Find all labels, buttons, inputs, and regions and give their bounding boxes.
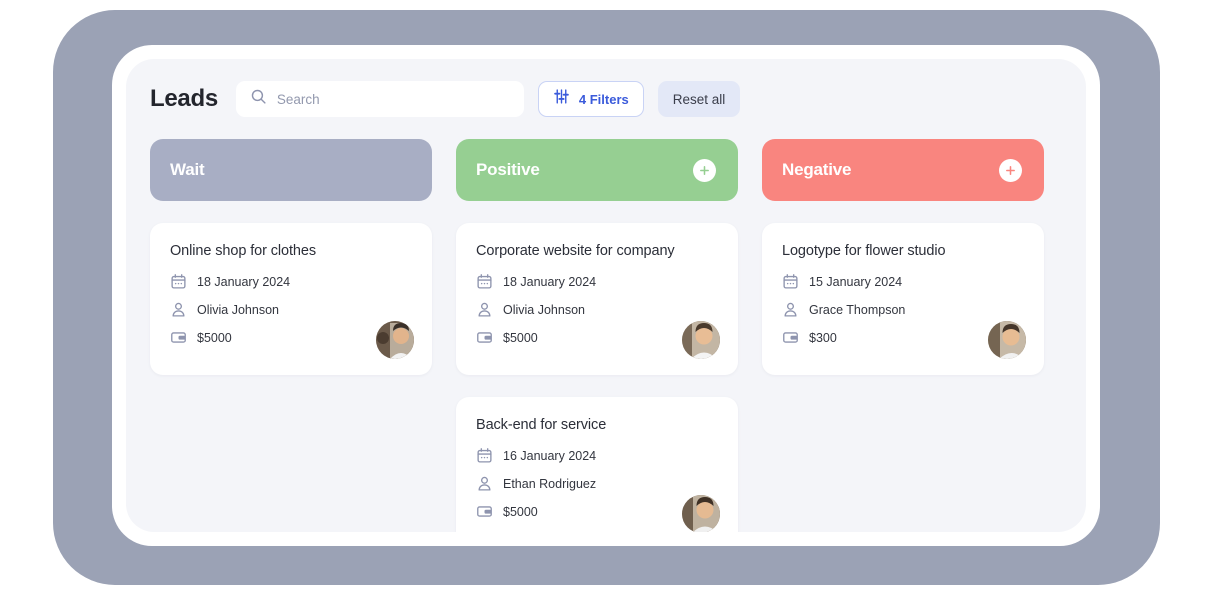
lead-card-person: Olivia Johnson (503, 302, 585, 317)
calendar-icon (476, 447, 493, 464)
sliders-icon (553, 88, 570, 110)
avatar (682, 321, 720, 359)
lead-card-amount: $5000 (197, 330, 232, 345)
wallet-icon (476, 329, 493, 346)
lead-card[interactable]: Logotype for flower studio 15 January 20… (762, 223, 1044, 375)
calendar-icon (170, 273, 187, 290)
filters-button[interactable]: 4 Filters (537, 81, 644, 117)
user-icon (476, 301, 493, 318)
column-header-wait: Wait (150, 139, 432, 201)
reset-all-button[interactable]: Reset all (657, 81, 741, 117)
lead-card-date: 15 January 2024 (809, 274, 903, 289)
lead-card-amount: $300 (809, 330, 837, 345)
lead-card-person-row: Olivia Johnson (170, 301, 412, 318)
search-input[interactable] (276, 91, 510, 107)
lead-card-date: 16 January 2024 (503, 448, 597, 463)
card-list-wait: Online shop for clothes 18 January 2024 (150, 223, 432, 375)
column-positive: Positive Corporate website for company 1… (456, 139, 738, 532)
leads-board: Wait Online shop for clothes 18 January … (150, 139, 1062, 532)
add-card-button-negative[interactable] (999, 158, 1022, 182)
lead-card-title: Logotype for flower studio (782, 243, 946, 259)
lead-card-title: Back-end for service (476, 417, 607, 433)
column-title-wait: Wait (170, 160, 205, 179)
lead-card-person: Grace Thompson (809, 302, 906, 317)
device-inner-frame: Leads 4 Filters Reset all (112, 45, 1100, 546)
user-icon (170, 301, 187, 318)
lead-card-title: Online shop for clothes (170, 243, 317, 259)
column-title-positive: Positive (476, 160, 540, 179)
user-icon (782, 301, 799, 318)
lead-card-date-row: 18 January 2024 (476, 273, 718, 290)
lead-card-date: 18 January 2024 (503, 274, 597, 289)
card-list-positive: Corporate website for company 18 January… (456, 223, 738, 532)
column-negative: Negative Logotype for flower studio 15 J… (762, 139, 1044, 375)
lead-card-date-row: 16 January 2024 (476, 447, 718, 464)
lead-card-amount: $5000 (503, 330, 538, 345)
column-header-negative: Negative (762, 139, 1044, 201)
page-header: Leads 4 Filters Reset all (150, 81, 1062, 117)
lead-card-date-row: 15 January 2024 (782, 273, 1024, 290)
avatar (376, 321, 414, 359)
lead-card-date: 18 January 2024 (197, 274, 291, 289)
lead-card-date-row: 18 January 2024 (170, 273, 412, 290)
leads-page: Leads 4 Filters Reset all (126, 59, 1086, 532)
lead-card[interactable]: Back-end for service 16 January 2024 Eth… (456, 397, 738, 532)
wallet-icon (170, 329, 187, 346)
lead-card-person-row: Ethan Rodriguez (476, 475, 718, 492)
page-title: Leads (150, 85, 218, 112)
lead-card-amount: $5000 (503, 504, 538, 519)
user-icon (476, 475, 493, 492)
lead-card-person: Olivia Johnson (197, 302, 279, 317)
lead-card-person-row: Olivia Johnson (476, 301, 718, 318)
search-box[interactable] (235, 81, 524, 117)
calendar-icon (476, 273, 493, 290)
wallet-icon (476, 503, 493, 520)
column-wait: Wait Online shop for clothes 18 January … (150, 139, 432, 375)
add-card-button-positive[interactable] (693, 158, 716, 182)
lead-card-person-row: Grace Thompson (782, 301, 1024, 318)
avatar (682, 495, 720, 532)
wallet-icon (782, 329, 799, 346)
lead-card[interactable]: Corporate website for company 18 January… (456, 223, 738, 375)
column-title-negative: Negative (782, 160, 852, 179)
filters-button-label: 4 Filters (578, 91, 629, 107)
avatar (988, 321, 1026, 359)
lead-card-title: Corporate website for company (476, 243, 675, 259)
column-header-positive: Positive (456, 139, 738, 201)
search-icon (250, 88, 267, 110)
card-list-negative: Logotype for flower studio 15 January 20… (762, 223, 1044, 375)
calendar-icon (782, 273, 799, 290)
lead-card[interactable]: Online shop for clothes 18 January 2024 (150, 223, 432, 375)
lead-card-person: Ethan Rodriguez (503, 476, 597, 491)
